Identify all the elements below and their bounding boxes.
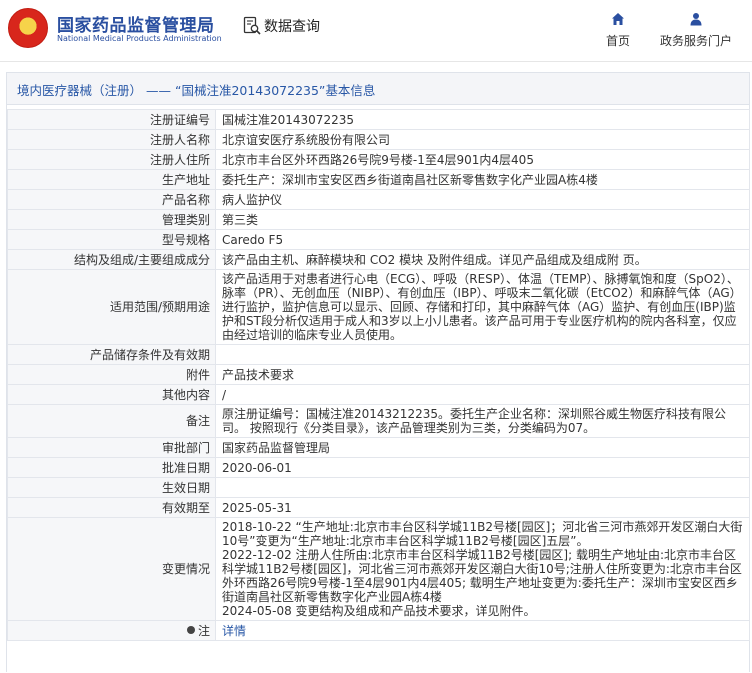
field-value: 2025-05-31 bbox=[215, 497, 750, 518]
national-emblem-icon: ★ bbox=[8, 8, 48, 48]
detail-panel: 境内医疗器械（注册） —— “国械注准20143072235”基本信息 注册证编… bbox=[6, 72, 750, 672]
field-value: 国家药品监督管理局 bbox=[215, 437, 750, 458]
field-value: 该产品适用于对患者进行心电（ECG）、呼吸（RESP）、体温（TEMP）、脉搏氧… bbox=[215, 269, 750, 345]
table-row: 注册人住所 北京市丰台区外环西路26号院9号楼-1至4层901内4层405 bbox=[7, 149, 750, 170]
field-value: / bbox=[215, 384, 750, 405]
table-row: 注册人名称 北京谊安医疗系统股份有限公司 bbox=[7, 129, 750, 150]
details-link[interactable]: 详情 bbox=[222, 624, 246, 638]
field-label: 注册人住所 bbox=[7, 149, 216, 170]
field-value: Caredo F5 bbox=[215, 229, 750, 250]
field-label: 注册人名称 bbox=[7, 129, 216, 150]
document-search-icon bbox=[242, 16, 262, 36]
field-value: 病人监护仪 bbox=[215, 189, 750, 210]
breadcrumb-separator: —— bbox=[142, 83, 175, 98]
field-label: 有效期至 bbox=[7, 497, 216, 518]
site-header: ★ 国家药品监督管理局 National Medical Products Ad… bbox=[0, 0, 752, 62]
table-row: 审批部门 国家药品监督管理局 bbox=[7, 437, 750, 458]
table-row: 结构及组成/主要组成成分 该产品由主机、麻醉模块和 CO2 模块 及附件组成。详见… bbox=[7, 249, 750, 270]
field-value: 产品技术要求 bbox=[215, 364, 750, 385]
breadcrumb: 境内医疗器械（注册） —— “国械注准20143072235”基本信息 bbox=[7, 73, 749, 105]
site-logo-subtitle: National Medical Products Administration bbox=[57, 34, 222, 43]
field-label: 审批部门 bbox=[7, 437, 216, 458]
table-row: 附件 产品技术要求 bbox=[7, 364, 750, 385]
field-value: 2020-06-01 bbox=[215, 457, 750, 478]
table-row: 批准日期 2020-06-01 bbox=[7, 457, 750, 478]
field-label: 生效日期 bbox=[7, 477, 216, 498]
home-icon bbox=[602, 10, 634, 28]
field-value: 国械注准20143072235 bbox=[215, 109, 750, 130]
breadcrumb-title: “国械注准20143072235”基本信息 bbox=[174, 83, 376, 98]
table-row: 有效期至 2025-05-31 bbox=[7, 497, 750, 518]
table-row: 注 详情 bbox=[7, 620, 750, 641]
lightbulb-icon bbox=[186, 626, 195, 634]
field-value: 北京谊安医疗系统股份有限公司 bbox=[215, 129, 750, 150]
field-label: 附件 bbox=[7, 364, 216, 385]
user-icon bbox=[656, 10, 736, 28]
field-label: 备注 bbox=[7, 404, 216, 438]
table-row: 适用范围/预期用途 该产品适用于对患者进行心电（ECG）、呼吸（RESP）、体温（… bbox=[7, 269, 750, 345]
field-label: 生产地址 bbox=[7, 169, 216, 190]
table-row: 生效日期 bbox=[7, 477, 750, 498]
change-line: 2024-05-08 变更结构及组成和产品技术要求，详见附件。 bbox=[222, 604, 536, 618]
field-label: 结构及组成/主要组成成分 bbox=[7, 249, 216, 270]
field-label: 注册证编号 bbox=[7, 109, 216, 130]
note-label-cell: 注 bbox=[7, 620, 216, 641]
table-row: 型号规格 Caredo F5 bbox=[7, 229, 750, 250]
table-row: 其他内容 / bbox=[7, 384, 750, 405]
field-label: 其他内容 bbox=[7, 384, 216, 405]
field-value: 委托生产：深圳市宝安区西乡街道南昌社区新零售数字化产业园A栋4楼 bbox=[215, 169, 750, 190]
note-label: 注 bbox=[197, 623, 210, 638]
field-label: 批准日期 bbox=[7, 457, 216, 478]
nav-home[interactable]: 首页 bbox=[602, 10, 634, 49]
breadcrumb-section[interactable]: 境内医疗器械（注册） bbox=[17, 83, 142, 98]
table-row: 产品名称 病人监护仪 bbox=[7, 189, 750, 210]
field-label: 管理类别 bbox=[7, 209, 216, 230]
nav-home-label: 首页 bbox=[605, 34, 630, 48]
field-value: 北京市丰台区外环西路26号院9号楼-1至4层901内4层405 bbox=[215, 149, 750, 170]
nav-gov-services[interactable]: 政务服务门户 bbox=[656, 10, 736, 49]
field-label: 适用范围/预期用途 bbox=[7, 269, 216, 345]
note-cell: 详情 bbox=[215, 620, 750, 641]
field-label: 变更情况 bbox=[7, 517, 216, 621]
table-row: 变更情况 2018-10-22 “生产地址:北京市丰台区科学城11B2号楼[园区… bbox=[7, 517, 750, 621]
detail-table: 注册证编号 国械注准20143072235 注册人名称 北京谊安医疗系统股份有限公司注… bbox=[7, 109, 750, 641]
change-line: 2022-12-02 注册人住所由:北京市丰台区科学城11B2号楼[园区]; 载… bbox=[222, 548, 742, 604]
table-row: 注册证编号 国械注准20143072235 bbox=[7, 109, 750, 130]
table-row: 管理类别 第三类 bbox=[7, 209, 750, 230]
field-label: 产品储存条件及有效期 bbox=[7, 344, 216, 365]
field-label: 产品名称 bbox=[7, 189, 216, 210]
data-query-label: 数据查询 bbox=[264, 19, 320, 35]
change-line: 2018-10-22 “生产地址:北京市丰台区科学城11B2号楼[园区]；河北省… bbox=[222, 520, 743, 548]
table-row: 生产地址 委托生产：深圳市宝安区西乡街道南昌社区新零售数字化产业园A栋4楼 bbox=[7, 169, 750, 190]
table-row: 备注 原注册证编号：国械注准20143212235。委托生产企业名称：深圳熙谷威生… bbox=[7, 404, 750, 438]
field-value bbox=[215, 477, 750, 498]
site-logo-title[interactable]: 国家药品监督管理局 bbox=[57, 11, 215, 36]
field-value: 该产品由主机、麻醉模块和 CO2 模块 及附件组成。详见产品组成及组成附 页。 bbox=[215, 249, 750, 270]
field-label: 型号规格 bbox=[7, 229, 216, 250]
field-value: 第三类 bbox=[215, 209, 750, 230]
change-history: 2018-10-22 “生产地址:北京市丰台区科学城11B2号楼[园区]；河北省… bbox=[215, 517, 750, 621]
field-value: 原注册证编号：国械注准20143212235。委托生产企业名称：深圳熙谷威生物医… bbox=[215, 404, 750, 438]
data-query-link[interactable]: 数据查询 bbox=[242, 16, 320, 36]
field-value bbox=[215, 344, 750, 365]
table-row: 产品储存条件及有效期 bbox=[7, 344, 750, 365]
nav-gov-services-label: 政务服务门户 bbox=[659, 34, 732, 48]
